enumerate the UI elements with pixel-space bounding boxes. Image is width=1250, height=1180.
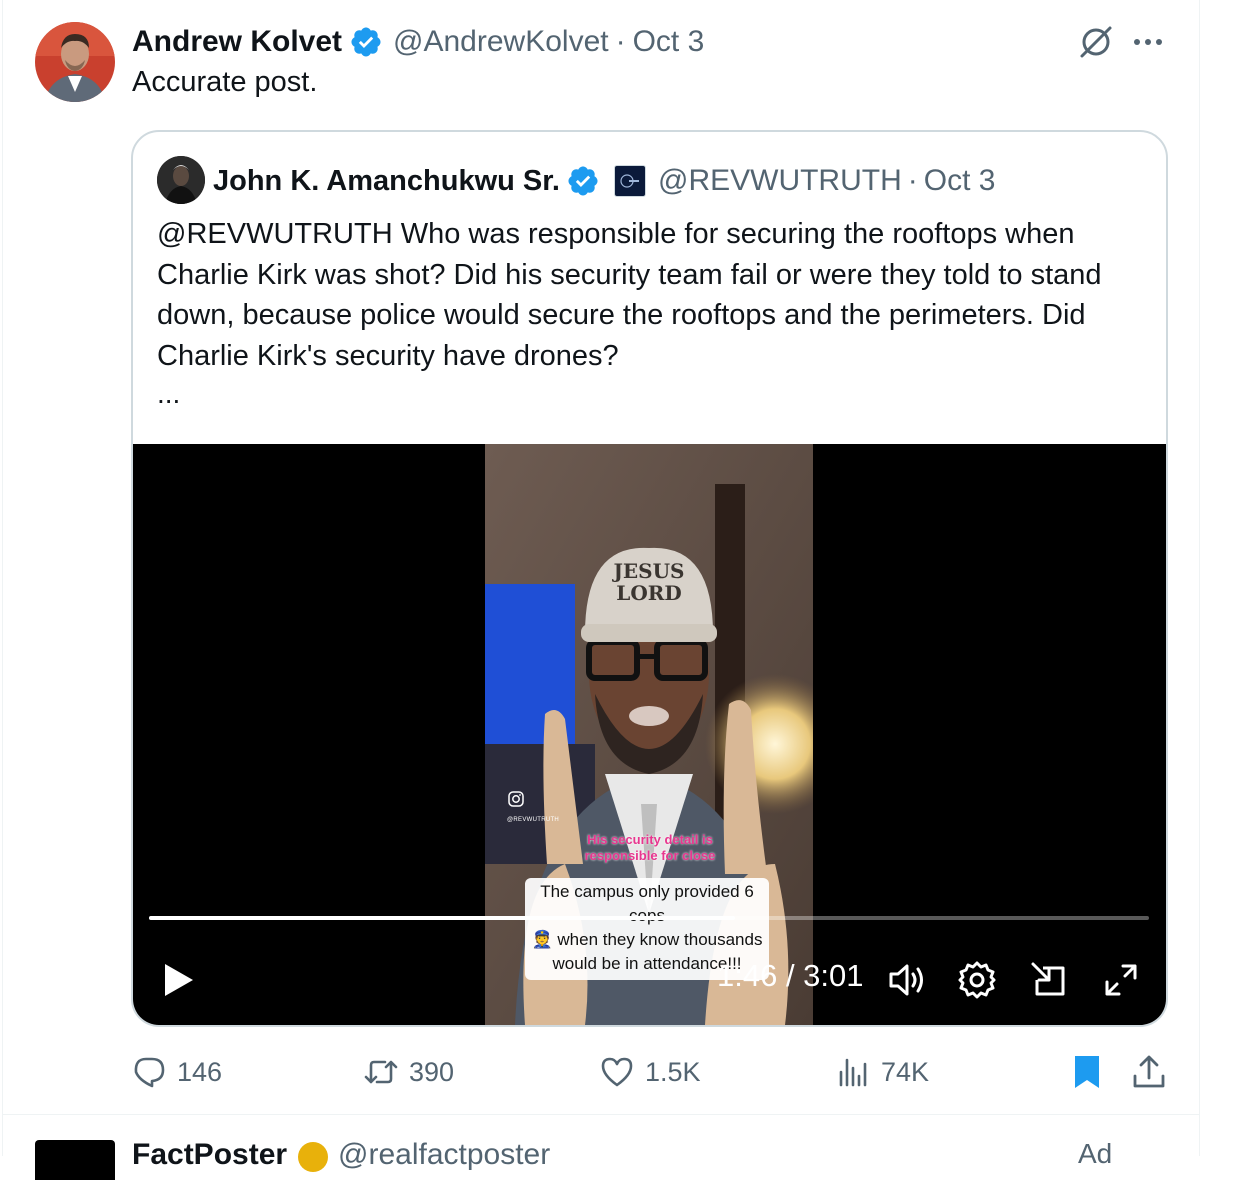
quoted-post-text: @REVWUTRUTH Who was responsible for secu… bbox=[157, 218, 1102, 372]
post-header: Andrew Kolvet @AndrewKolvet · Oct 3 bbox=[132, 22, 704, 62]
video-progress-bar[interactable] bbox=[149, 916, 1149, 920]
pink-caption-line-2: responsible for close bbox=[584, 848, 716, 863]
column-border-right bbox=[1199, 0, 1200, 1156]
verified-badge-icon bbox=[568, 166, 598, 196]
post-date[interactable]: Oct 3 bbox=[633, 25, 705, 59]
views-icon bbox=[839, 1058, 867, 1087]
quoted-author-handle[interactable]: @REVWUTRUTH bbox=[658, 164, 902, 198]
quoted-post[interactable]: John K. Amanchukwu Sr. @REVWUTRUTH · Oct… bbox=[131, 130, 1168, 1027]
like-button[interactable]: 1.5K bbox=[599, 1050, 701, 1094]
column-border-left bbox=[2, 0, 3, 1156]
picture-in-picture-icon[interactable] bbox=[1027, 958, 1071, 1002]
like-count: 1.5K bbox=[645, 1056, 701, 1087]
caption-line-2: 👮 when they know thousands bbox=[531, 930, 763, 949]
instagram-handle: @REVWUTRUTH bbox=[507, 817, 560, 823]
verified-badge-icon bbox=[351, 27, 381, 57]
repost-icon bbox=[364, 1060, 398, 1084]
views-button[interactable]: 74K bbox=[835, 1050, 929, 1094]
quoted-post-date[interactable]: Oct 3 bbox=[924, 164, 996, 198]
author-name[interactable]: Andrew Kolvet bbox=[132, 25, 342, 59]
repost-count: 390 bbox=[409, 1056, 455, 1087]
separator-dot: · bbox=[907, 164, 918, 197]
post-action-bar: 146 390 1.5K 74K bbox=[131, 1050, 1171, 1094]
reply-count: 146 bbox=[177, 1056, 223, 1087]
video-time-display: 1:46 / 3:01 bbox=[717, 958, 864, 993]
reply-icon bbox=[134, 1057, 165, 1088]
heart-icon bbox=[601, 1057, 633, 1087]
ad-label: Ad bbox=[1078, 1138, 1113, 1169]
view-count: 74K bbox=[881, 1056, 930, 1087]
affiliate-badge-icon[interactable] bbox=[613, 165, 646, 197]
video-frame: JESUS LORD @REVWUTRUTH His security deta… bbox=[485, 444, 813, 1025]
post-divider bbox=[2, 1114, 1200, 1115]
author-avatar[interactable] bbox=[35, 22, 115, 102]
hat-text-2: LORD bbox=[616, 581, 681, 605]
quoted-header: John K. Amanchukwu Sr. @REVWUTRUTH · Oct… bbox=[213, 160, 995, 202]
gold-verified-badge-icon bbox=[298, 1142, 328, 1172]
more-icon[interactable] bbox=[1128, 22, 1168, 62]
author-handle[interactable]: @AndrewKolvet bbox=[393, 25, 609, 59]
next-post-avatar[interactable] bbox=[35, 1140, 115, 1180]
bookmark-icon[interactable] bbox=[1067, 1052, 1107, 1092]
reply-button[interactable]: 146 bbox=[131, 1050, 222, 1094]
next-post-author-handle[interactable]: @realfactposter bbox=[338, 1138, 550, 1172]
police-emoji-icon: 👮 bbox=[531, 930, 558, 949]
pink-caption-line-1: His security detail is bbox=[587, 832, 713, 847]
video-caption-pink: His security detail is responsible for c… bbox=[565, 832, 735, 864]
instagram-icon bbox=[508, 791, 524, 807]
play-icon[interactable] bbox=[161, 960, 197, 1000]
video-progress-fill bbox=[149, 916, 735, 920]
quoted-author-name[interactable]: John K. Amanchukwu Sr. bbox=[213, 165, 560, 198]
quoted-author-avatar[interactable] bbox=[157, 156, 205, 204]
fullscreen-icon[interactable] bbox=[1099, 958, 1143, 1002]
repost-button[interactable]: 390 bbox=[363, 1050, 454, 1094]
next-post-author-name[interactable]: FactPoster bbox=[132, 1138, 287, 1172]
caption-line-1: The campus only provided 6 cops bbox=[540, 882, 754, 925]
post-text: Accurate post. bbox=[132, 66, 318, 98]
show-more-ellipsis[interactable]: ... bbox=[157, 378, 180, 410]
grok-icon[interactable] bbox=[1076, 22, 1116, 62]
volume-icon[interactable] bbox=[885, 958, 929, 1002]
hat-text-1: JESUS bbox=[611, 559, 684, 583]
separator-dot: · bbox=[615, 25, 626, 58]
share-icon[interactable] bbox=[1129, 1052, 1169, 1092]
settings-icon[interactable] bbox=[955, 958, 999, 1002]
video-player[interactable]: JESUS LORD @REVWUTRUTH His security deta… bbox=[133, 444, 1166, 1025]
